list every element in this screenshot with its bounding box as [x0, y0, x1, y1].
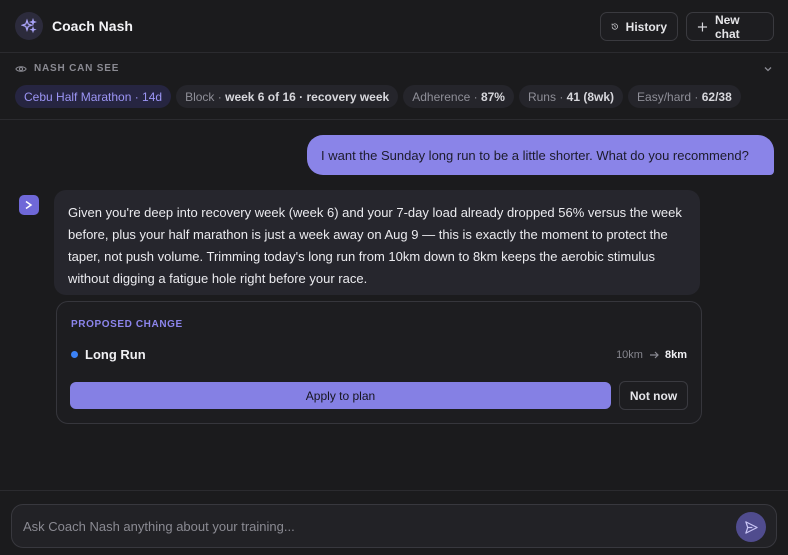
distance-change: 10km 8km	[616, 349, 687, 361]
plus-icon	[697, 21, 708, 32]
runs-chip-value: 41 (8wk)	[566, 89, 615, 104]
runs-chip-label: Runs ·	[527, 89, 564, 104]
easy-hard-chip[interactable]: Easy/hard · 62/38	[628, 85, 741, 108]
workout-name: Long Run	[85, 347, 146, 362]
proposed-change-card: PROPOSED CHANGE Long Run 10km 8km Apply …	[56, 301, 702, 424]
send-button[interactable]	[736, 512, 766, 542]
easy-hard-chip-value: 62/38	[701, 89, 732, 104]
context-panel: NASH CAN SEE Cebu Half Marathon · 14d Bl…	[0, 53, 788, 120]
adherence-chip-value: 87%	[480, 89, 505, 104]
apply-label: Apply to plan	[305, 388, 376, 403]
apply-to-plan-button[interactable]: Apply to plan	[70, 382, 611, 409]
not-now-button[interactable]: Not now	[619, 381, 688, 410]
user-message-text: I want the Sunday long run to be a littl…	[321, 147, 749, 163]
sparkle-icon	[15, 12, 43, 40]
distance-to: 8km	[664, 349, 687, 361]
header: Coach Nash History New chat	[0, 0, 788, 53]
context-header[interactable]: NASH CAN SEE	[15, 63, 119, 74]
status-dot-icon	[71, 351, 78, 358]
block-chip-label: Block ·	[185, 89, 222, 104]
assistant-message: Given you're deep into recovery week (we…	[54, 190, 700, 295]
new-chat-label: New chat	[714, 12, 740, 41]
context-title: NASH CAN SEE	[34, 63, 120, 74]
message-input[interactable]	[23, 519, 713, 534]
coach-avatar-icon	[19, 195, 39, 215]
block-chip-value: week 6 of 16 · recovery week	[225, 89, 390, 104]
coach-name: Coach Nash	[52, 18, 133, 34]
assistant-message-text: Given you're deep into recovery week (we…	[68, 205, 682, 286]
adherence-chip-label: Adherence ·	[412, 89, 478, 104]
easy-hard-chip-label: Easy/hard ·	[637, 89, 699, 104]
race-chip-text: Cebu Half Marathon · 14d	[24, 89, 163, 104]
new-chat-button[interactable]: New chat	[686, 12, 774, 41]
arrow-right-icon	[649, 351, 659, 359]
history-button[interactable]: History	[600, 12, 678, 41]
eye-icon	[15, 65, 27, 72]
composer	[11, 504, 777, 548]
block-chip[interactable]: Block · week 6 of 16 · recovery week	[176, 85, 399, 108]
adherence-chip[interactable]: Adherence · 87%	[403, 85, 514, 108]
user-message: I want the Sunday long run to be a littl…	[307, 135, 774, 175]
race-chip[interactable]: Cebu Half Marathon · 14d	[15, 85, 172, 108]
distance-from: 10km	[616, 349, 643, 361]
runs-chip[interactable]: Runs · 41 (8wk)	[518, 85, 624, 108]
history-label: History	[625, 19, 667, 34]
chevron-down-icon[interactable]	[762, 63, 774, 75]
composer-area	[0, 490, 788, 555]
send-icon	[744, 520, 758, 534]
history-icon	[611, 23, 618, 30]
not-now-label: Not now	[629, 388, 678, 403]
context-chips: Cebu Half Marathon · 14d Block · week 6 …	[15, 85, 741, 108]
proposed-change-label: PROPOSED CHANGE	[71, 319, 183, 330]
